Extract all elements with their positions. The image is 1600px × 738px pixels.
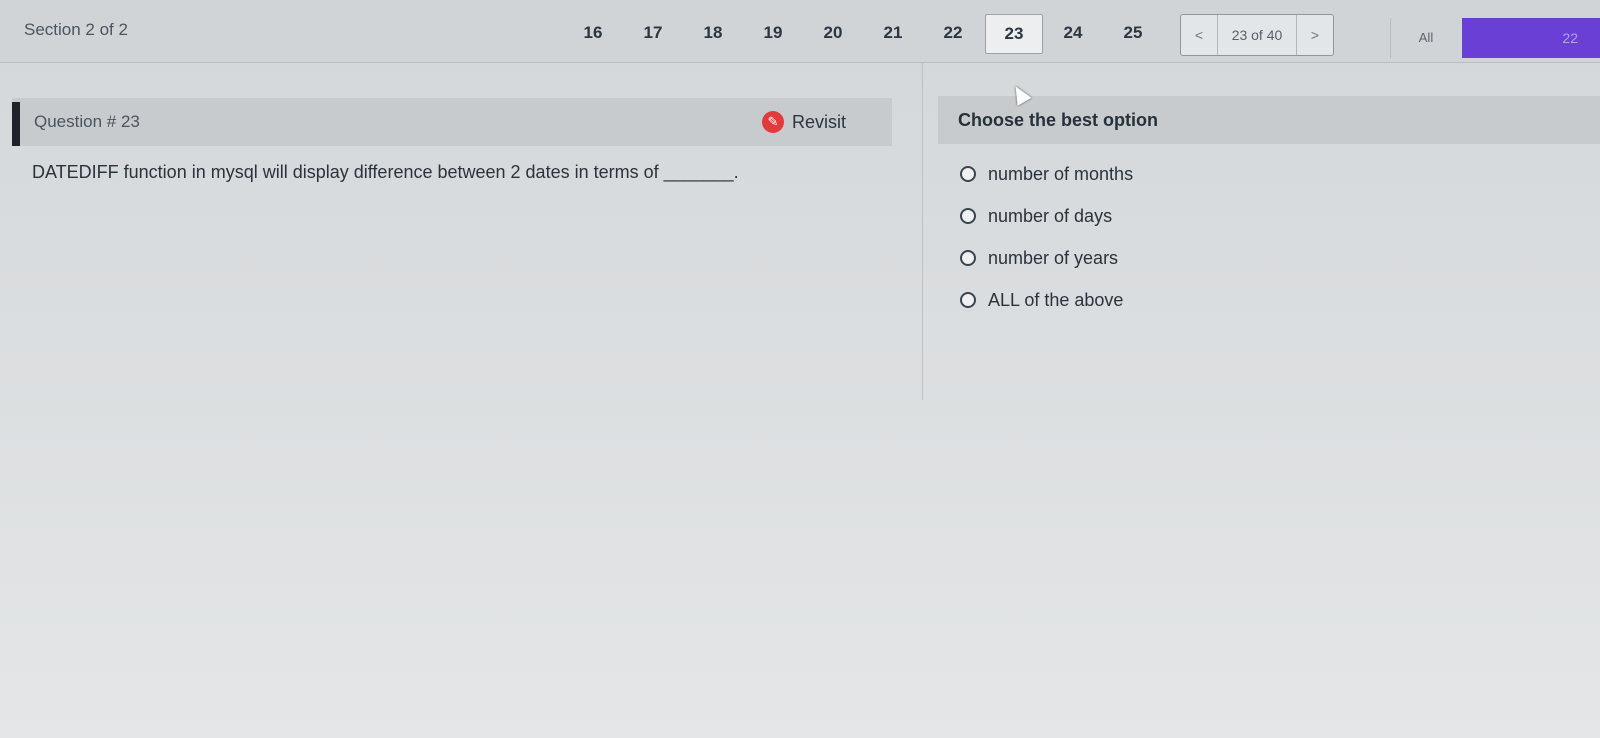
question-20-button[interactable]: 20 <box>805 14 861 52</box>
revisit-flag-icon: ✎ <box>762 111 784 133</box>
radio-button-icon[interactable] <box>960 166 976 182</box>
option-4[interactable]: ALL of the above <box>960 286 1123 314</box>
section-label: Section 2 of 2 <box>24 20 128 39</box>
question-25-button[interactable]: 25 <box>1105 14 1161 52</box>
question-16-button[interactable]: 16 <box>565 14 621 52</box>
revisit-label: Revisit <box>792 111 847 132</box>
question-24-button[interactable]: 24 <box>1045 14 1101 52</box>
option-2[interactable]: number of days <box>960 202 1112 230</box>
question-accent-bar <box>12 102 20 146</box>
options-header: Choose the best option <box>938 96 1600 144</box>
question-pager: < 23 of 40 > <box>1180 14 1334 56</box>
option-label: number of years <box>988 247 1119 268</box>
question-17-button[interactable]: 17 <box>625 14 681 52</box>
option-label: number of months <box>988 163 1134 184</box>
question-text: DATEDIFF function in mysql will display … <box>32 162 739 182</box>
radio-button-icon[interactable] <box>960 250 976 266</box>
question-18-button[interactable]: 18 <box>685 14 741 52</box>
filter-all-button[interactable]: All <box>1390 18 1461 58</box>
radio-button-icon[interactable] <box>960 292 976 308</box>
option-label: number of days <box>988 205 1113 226</box>
option-label: ALL of the above <box>988 289 1124 310</box>
question-21-button[interactable]: 21 <box>865 14 921 52</box>
previous-question-button[interactable]: < <box>1181 15 1218 55</box>
radio-button-icon[interactable] <box>960 208 976 224</box>
panel-divider <box>922 62 923 400</box>
question-19-button[interactable]: 19 <box>745 14 801 52</box>
next-question-button[interactable]: > <box>1296 15 1333 55</box>
question-count: 23 of 40 <box>1231 27 1283 43</box>
top-navigation-bar: Section 2 of 2 16 17 18 19 20 21 22 23 2… <box>0 0 1600 63</box>
revisit-button[interactable]: ✎ Revisit <box>762 108 846 136</box>
option-1[interactable]: number of months <box>960 160 1133 188</box>
question-23-button-current[interactable]: 23 <box>985 14 1043 54</box>
question-title: Question # 23 <box>34 112 140 131</box>
question-header: Question # 23 ✎ Revisit <box>12 98 892 146</box>
options-title: Choose the best option <box>958 110 1158 130</box>
option-3[interactable]: number of years <box>960 244 1118 272</box>
timer-badge: 22 <box>1462 18 1600 58</box>
question-22-button[interactable]: 22 <box>925 14 981 52</box>
